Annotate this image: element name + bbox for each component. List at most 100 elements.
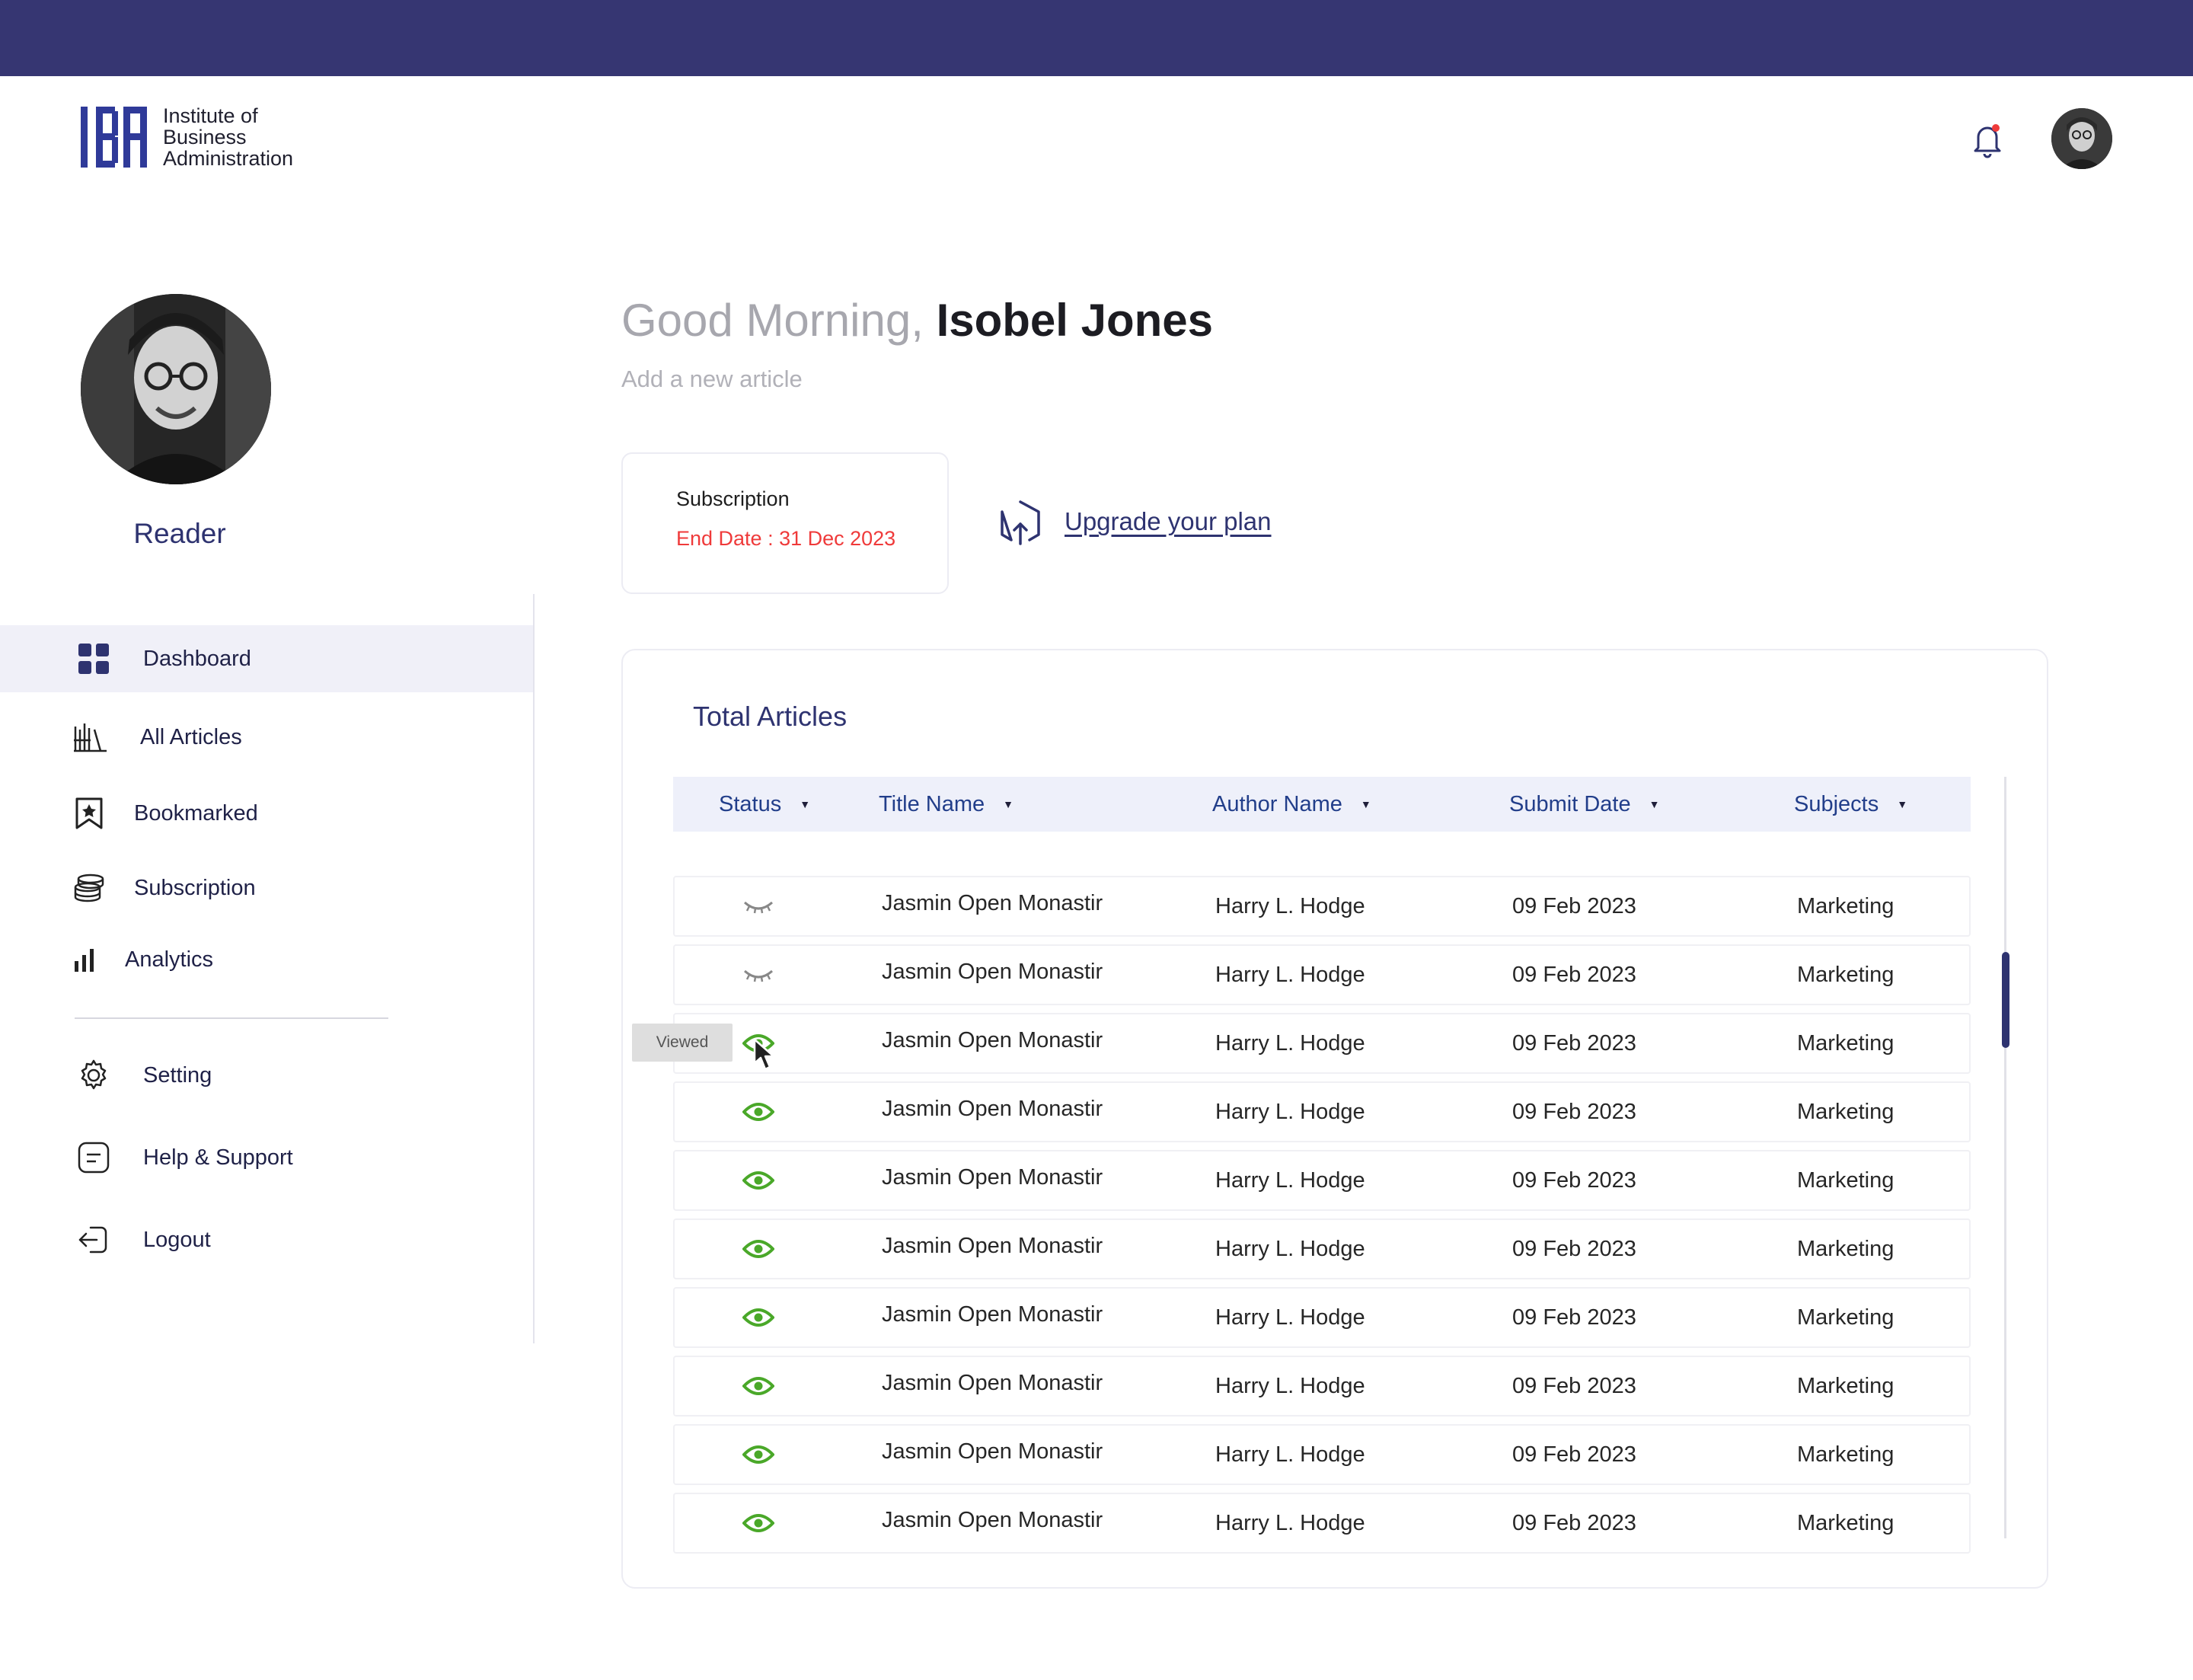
table-row[interactable]: Jasmin Open Monastir Harry L. Hodge 09 Feb… [673, 1081, 1971, 1142]
table-scrollbar-track[interactable] [2004, 777, 2006, 1538]
title-cell[interactable]: Jasmin Open Monastir [882, 1080, 1103, 1138]
sidebar-divider [533, 594, 535, 1343]
title-cell[interactable]: Jasmin Open Monastir [882, 1286, 1103, 1343]
status-cell[interactable] [736, 1494, 781, 1552]
eye-icon [742, 1240, 774, 1258]
sort-caret-icon: ▼ [1649, 798, 1660, 810]
status-cell[interactable] [736, 946, 781, 1004]
sort-caret-icon: ▼ [800, 798, 811, 810]
column-header-title[interactable]: Title Name ▼ [879, 777, 1014, 832]
logo[interactable]: Institute of Business Administration [79, 105, 293, 169]
logo-text-line: Administration [163, 147, 294, 170]
iba-logo-mark [81, 107, 147, 168]
sidebar-item-label: Help & Support [143, 1145, 293, 1170]
logout-icon [76, 1222, 111, 1257]
status-tooltip: Viewed [632, 1024, 733, 1062]
add-article-link[interactable]: Add a new article [621, 366, 803, 393]
subscription-card: Subscription End Date : 31 Dec 2023 [621, 452, 949, 594]
author-cell: Harry L. Hodge [1215, 1236, 1365, 1261]
submit-date-cell: 09 Feb 2023 [1512, 893, 1636, 918]
sidebar-item-logout[interactable]: Logout [0, 1206, 533, 1273]
status-cell[interactable] [736, 1151, 781, 1209]
column-header-subjects[interactable]: Subjects ▼ [1794, 777, 1907, 832]
books-icon [73, 720, 108, 755]
table-row[interactable]: Jasmin Open Monastir Harry L. Hodge 09 Feb… [673, 1218, 1971, 1279]
column-header-author[interactable]: Author Name ▼ [1212, 777, 1371, 832]
submit-date-cell: 09 Feb 2023 [1512, 1236, 1636, 1261]
title-cell[interactable]: Jasmin Open Monastir [882, 943, 1103, 1001]
title-cell[interactable]: Jasmin Open Monastir [882, 1423, 1103, 1480]
table-row[interactable]: Jasmin Open Monastir Harry L. Hodge 09 Feb… [673, 1493, 1971, 1554]
column-header-label: Author Name [1212, 791, 1342, 816]
submit-date-cell: 09 Feb 2023 [1512, 1305, 1636, 1330]
avatar-image [2051, 108, 2112, 169]
status-cell[interactable] [736, 1426, 781, 1484]
status-cell[interactable] [736, 1357, 781, 1415]
title-cell[interactable]: Jasmin Open Monastir [882, 1354, 1103, 1412]
title-cell[interactable]: Jasmin Open Monastir [882, 1011, 1103, 1069]
upgrade-hexagon-icon[interactable] [999, 500, 1042, 547]
subject-cell: Marketing [1797, 1030, 1895, 1056]
logo-text-line: Business [163, 126, 247, 149]
sidebar-item-subscription[interactable]: Subscription [0, 854, 533, 921]
sidebar-item-label: Setting [143, 1062, 212, 1088]
status-cell[interactable] [736, 1220, 781, 1278]
submit-date-cell: 09 Feb 2023 [1512, 962, 1636, 987]
table-row[interactable]: Jasmin Open Monastir Harry L. Hodge 09 Feb… [673, 876, 1971, 937]
logo-text: Institute of Business Administration [163, 105, 293, 169]
eye-icon [742, 1377, 774, 1395]
title-cell[interactable]: Jasmin Open Monastir [882, 1491, 1103, 1549]
sidebar-item-label: Logout [143, 1227, 211, 1252]
user-name: Isobel Jones [936, 295, 1214, 346]
sidebar-item-label: All Articles [140, 724, 242, 749]
title-cell[interactable]: Jasmin Open Monastir [882, 874, 1103, 932]
sidebar-item-help-support[interactable]: Help & Support [0, 1124, 533, 1191]
table-row[interactable]: Jasmin Open Monastir Harry L. Hodge 09 Feb… [673, 1013, 1971, 1074]
profile-role: Reader [133, 518, 226, 549]
submit-date-cell: 09 Feb 2023 [1512, 1442, 1636, 1467]
message-square-icon [76, 1140, 111, 1175]
sidebar-item-label: Analytics [125, 947, 214, 972]
table-scrollbar-thumb[interactable] [2002, 952, 2009, 1048]
title-cell[interactable]: Jasmin Open Monastir [882, 1217, 1103, 1275]
table-row[interactable]: Jasmin Open Monastir Harry L. Hodge 09 Feb… [673, 1424, 1971, 1485]
subject-cell: Marketing [1797, 893, 1895, 918]
eye-closed-icon [744, 901, 773, 914]
profile-photo [81, 294, 271, 484]
submit-date-cell: 09 Feb 2023 [1512, 1030, 1636, 1056]
articles-title: Total Articles [693, 701, 848, 732]
author-cell: Harry L. Hodge [1215, 1373, 1365, 1398]
subject-cell: Marketing [1797, 962, 1895, 987]
profile-avatar [81, 294, 271, 484]
sort-caret-icon: ▼ [1897, 798, 1908, 810]
user-avatar-small[interactable] [2051, 108, 2112, 169]
status-cell[interactable] [736, 1083, 781, 1141]
sidebar-item-dashboard[interactable]: Dashboard [0, 625, 533, 692]
upgrade-plan-link[interactable]: Upgrade your plan [1065, 507, 1272, 536]
top-bar [0, 0, 2193, 76]
gear-icon [76, 1058, 111, 1093]
table-row[interactable]: Jasmin Open Monastir Harry L. Hodge 09 Feb… [673, 1287, 1971, 1348]
table-row[interactable]: Jasmin Open Monastir Harry L. Hodge 09 Feb… [673, 944, 1971, 1005]
column-header-submit-date[interactable]: Submit Date ▼ [1509, 777, 1659, 832]
status-cell[interactable] [736, 1289, 781, 1346]
table-header: Status ▼ Title Name ▼ Author Name ▼ Submit … [673, 777, 1971, 832]
sidebar-item-label: Subscription [134, 875, 256, 900]
coins-stack-icon [72, 870, 107, 905]
subject-cell: Marketing [1797, 1236, 1895, 1261]
title-cell[interactable]: Jasmin Open Monastir [882, 1148, 1103, 1206]
author-cell: Harry L. Hodge [1215, 1030, 1365, 1056]
subject-cell: Marketing [1797, 1373, 1895, 1398]
sort-caret-icon: ▼ [1360, 798, 1371, 810]
table-row[interactable]: Jasmin Open Monastir Harry L. Hodge 09 Feb… [673, 1356, 1971, 1417]
sidebar-item-bookmarked[interactable]: Bookmarked [0, 780, 533, 847]
sidebar-item-all-articles[interactable]: All Articles [0, 704, 533, 771]
table-row[interactable]: Jasmin Open Monastir Harry L. Hodge 09 Feb… [673, 1150, 1971, 1211]
sidebar-item-analytics[interactable]: Analytics [0, 926, 533, 993]
notification-bell-icon[interactable] [1971, 120, 2004, 158]
author-cell: Harry L. Hodge [1215, 1167, 1365, 1193]
eye-icon [742, 1514, 774, 1532]
sidebar-item-setting[interactable]: Setting [0, 1042, 533, 1109]
column-header-status[interactable]: Status ▼ [719, 777, 810, 832]
status-cell[interactable] [736, 877, 781, 935]
